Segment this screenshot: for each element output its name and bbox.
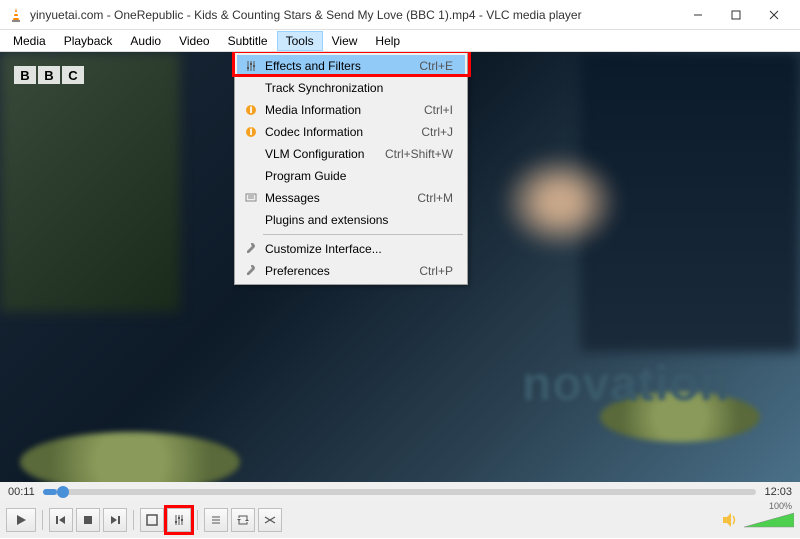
playlist-button[interactable] bbox=[204, 508, 228, 532]
menu-separator bbox=[263, 234, 463, 235]
bbc-letter: B bbox=[38, 66, 60, 84]
menu-tools[interactable]: Tools bbox=[277, 31, 323, 51]
video-content bbox=[0, 52, 180, 312]
menu-item-plugins-and-extensions[interactable]: Plugins and extensions bbox=[237, 209, 465, 231]
menu-item-label: Program Guide bbox=[261, 169, 453, 183]
menu-item-shortcut: Ctrl+E bbox=[419, 59, 461, 73]
menu-item-shortcut: Ctrl+Shift+W bbox=[385, 147, 461, 161]
menu-item-shortcut: Ctrl+I bbox=[424, 103, 461, 117]
menu-item-label: Messages bbox=[261, 191, 417, 205]
titlebar: yinyuetai.com - OneRepublic - Kids & Cou… bbox=[0, 0, 800, 30]
extended-settings-button[interactable] bbox=[167, 508, 191, 532]
shuffle-button[interactable] bbox=[258, 508, 282, 532]
separator bbox=[133, 510, 134, 530]
menu-item-label: Track Synchronization bbox=[261, 81, 453, 95]
speaker-icon[interactable] bbox=[722, 512, 740, 528]
svg-text:i: i bbox=[249, 126, 252, 138]
controls-bar: 100% bbox=[0, 502, 800, 538]
menu-help[interactable]: Help bbox=[366, 31, 409, 51]
window-title: yinyuetai.com - OneRepublic - Kids & Cou… bbox=[30, 8, 680, 22]
video-content: novation bbox=[522, 357, 730, 412]
wrench-icon bbox=[241, 243, 261, 255]
stop-button[interactable] bbox=[76, 508, 100, 532]
separator bbox=[42, 510, 43, 530]
menu-item-vlm-configuration[interactable]: VLM ConfigurationCtrl+Shift+W bbox=[237, 143, 465, 165]
fullscreen-button[interactable] bbox=[140, 508, 164, 532]
previous-button[interactable] bbox=[49, 508, 73, 532]
menu-item-shortcut: Ctrl+J bbox=[421, 125, 461, 139]
tools-dropdown: Effects and FiltersCtrl+E Track Synchroni… bbox=[234, 52, 468, 285]
msg-icon bbox=[241, 192, 261, 204]
menu-playback[interactable]: Playback bbox=[55, 31, 122, 51]
separator bbox=[197, 510, 198, 530]
menu-item-shortcut: Ctrl+P bbox=[419, 264, 461, 278]
menu-item-codec-information[interactable]: i Codec InformationCtrl+J bbox=[237, 121, 465, 143]
bbc-letter: B bbox=[14, 66, 36, 84]
menu-item-label: Effects and Filters bbox=[261, 59, 419, 73]
video-content bbox=[500, 152, 620, 252]
wrench-icon bbox=[241, 265, 261, 277]
seek-thumb[interactable] bbox=[57, 486, 69, 498]
video-area[interactable]: novation BBC Effects and FiltersCtrl+ETr… bbox=[0, 52, 800, 482]
next-button[interactable] bbox=[103, 508, 127, 532]
menu-subtitle[interactable]: Subtitle bbox=[219, 31, 277, 51]
menu-item-label: Media Information bbox=[261, 103, 424, 117]
video-content bbox=[20, 432, 240, 482]
menu-item-messages[interactable]: MessagesCtrl+M bbox=[237, 187, 465, 209]
loop-button[interactable] bbox=[231, 508, 255, 532]
minimize-button[interactable] bbox=[680, 2, 716, 28]
menu-view[interactable]: View bbox=[323, 31, 367, 51]
info-icon: i bbox=[241, 126, 261, 138]
menu-video[interactable]: Video bbox=[170, 31, 218, 51]
menu-item-label: Customize Interface... bbox=[261, 242, 453, 256]
sliders-icon bbox=[241, 60, 261, 72]
bbc-letter: C bbox=[62, 66, 84, 84]
play-button[interactable] bbox=[6, 508, 36, 532]
menu-item-label: Preferences bbox=[261, 264, 419, 278]
volume-slider[interactable]: 100% bbox=[744, 511, 794, 529]
vlc-logo-icon bbox=[8, 7, 24, 23]
menu-item-track-synchronization[interactable]: Track Synchronization bbox=[237, 77, 465, 99]
menu-item-shortcut: Ctrl+M bbox=[417, 191, 461, 205]
time-elapsed: 00:11 bbox=[8, 486, 35, 498]
close-button[interactable] bbox=[756, 2, 792, 28]
menu-item-program-guide[interactable]: Program Guide bbox=[237, 165, 465, 187]
menu-item-media-information[interactable]: i Media InformationCtrl+I bbox=[237, 99, 465, 121]
bbc-logo: BBC bbox=[14, 66, 84, 84]
time-total: 12:03 bbox=[764, 486, 792, 498]
menu-media[interactable]: Media bbox=[4, 31, 55, 51]
maximize-button[interactable] bbox=[718, 2, 754, 28]
seek-bar-row: 00:11 12:03 bbox=[0, 482, 800, 502]
info-icon: i bbox=[241, 104, 261, 116]
menu-item-preferences[interactable]: PreferencesCtrl+P bbox=[237, 260, 465, 282]
menu-audio[interactable]: Audio bbox=[121, 31, 170, 51]
menu-item-effects-and-filters[interactable]: Effects and FiltersCtrl+E bbox=[237, 55, 465, 77]
volume-percent: 100% bbox=[769, 501, 792, 511]
menubar: MediaPlaybackAudioVideoSubtitleToolsView… bbox=[0, 30, 800, 52]
menu-item-customize-interface-[interactable]: Customize Interface... bbox=[237, 238, 465, 260]
svg-text:i: i bbox=[249, 104, 252, 116]
menu-item-label: VLM Configuration bbox=[261, 147, 385, 161]
menu-item-label: Codec Information bbox=[261, 125, 421, 139]
menu-item-label: Plugins and extensions bbox=[261, 213, 453, 227]
seek-slider[interactable] bbox=[43, 489, 757, 495]
seek-fill bbox=[43, 489, 57, 495]
